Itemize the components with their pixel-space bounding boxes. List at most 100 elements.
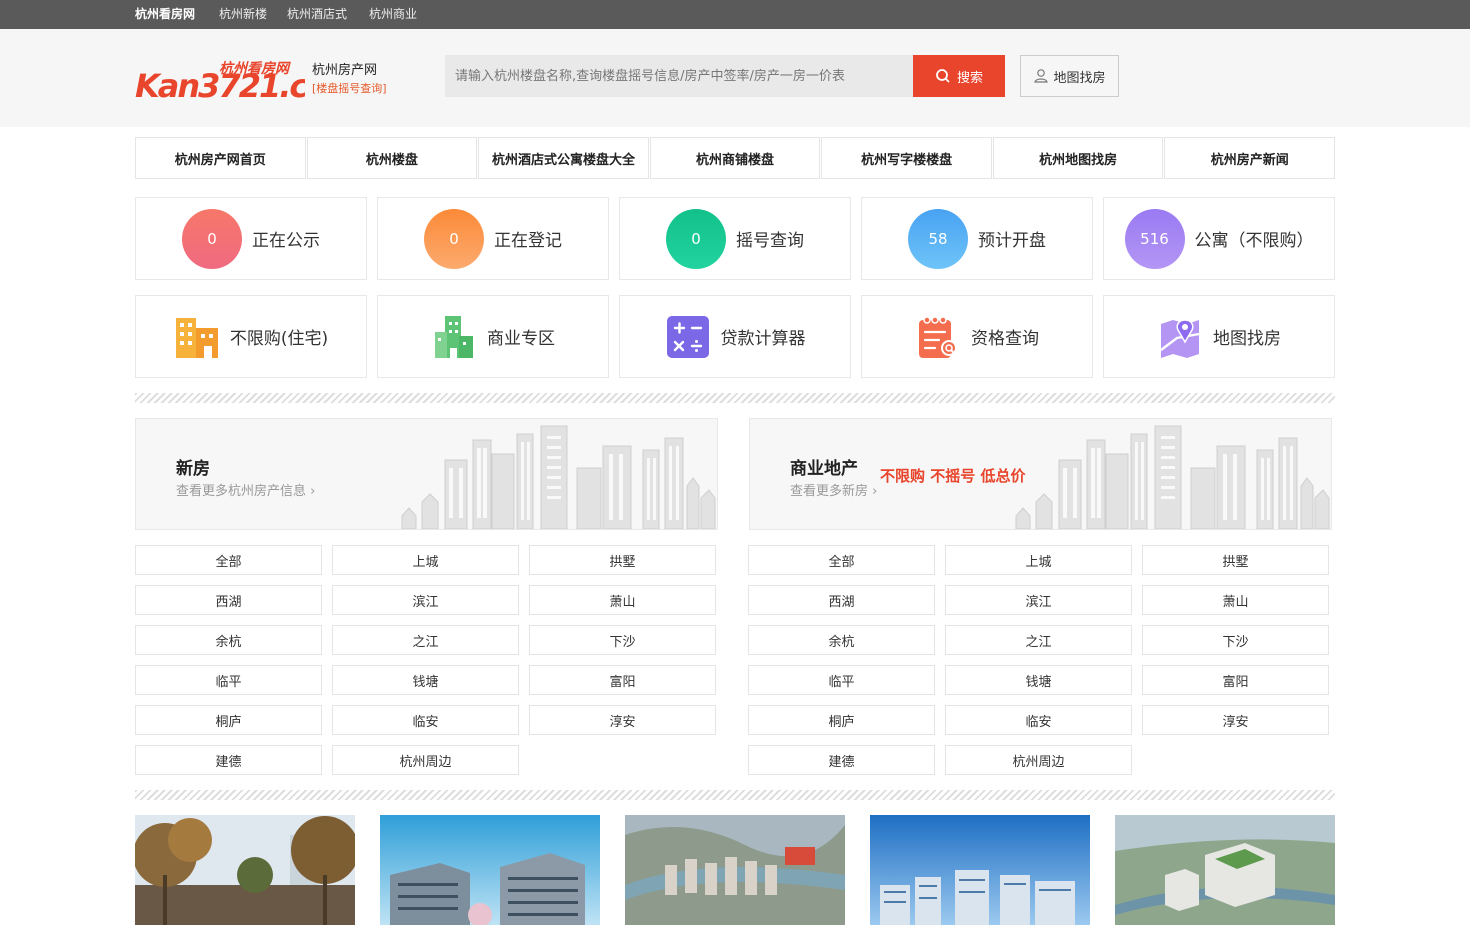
stat-label: 正在公示: [252, 231, 320, 251]
district-link[interactable]: 桐庐: [748, 705, 935, 735]
district-link[interactable]: 富阳: [1142, 665, 1329, 695]
district-link[interactable]: 下沙: [529, 625, 716, 655]
district-link[interactable]: 余杭: [748, 625, 935, 655]
nav-item-shops[interactable]: 杭州商铺楼盘: [649, 137, 821, 179]
section-divider: [135, 790, 1335, 800]
stat-card-registering[interactable]: 0 正在登记: [377, 197, 609, 280]
feature-map-search[interactable]: 地图找房: [1103, 295, 1335, 378]
top-bar: 杭州看房网 杭州新楼 杭州酒店式 杭州商业: [0, 0, 1470, 29]
district-link[interactable]: 富阳: [529, 665, 716, 695]
topbar-link-home[interactable]: 杭州看房网: [135, 0, 195, 29]
chevron-right-icon: ›: [310, 484, 316, 499]
district-link[interactable]: 临平: [748, 665, 935, 695]
stat-count-badge: 58: [908, 208, 968, 269]
section-divider: [135, 393, 1335, 403]
district-link[interactable]: 杭州周边: [945, 745, 1132, 775]
property-thumbnail[interactable]: [1115, 815, 1335, 925]
map-search-label: 地图找房: [1053, 70, 1106, 86]
district-link[interactable]: 滨江: [945, 585, 1132, 615]
panel-title: 新房: [176, 459, 210, 479]
district-link[interactable]: 上城: [945, 545, 1132, 575]
map-pin-icon: [1157, 314, 1203, 360]
district-link[interactable]: 桐庐: [135, 705, 322, 735]
panel-more-link[interactable]: 查看更多杭州房产信息 ›: [176, 480, 315, 499]
stat-card-upcoming[interactable]: 58 预计开盘: [861, 197, 1093, 280]
commercial-district-grid: 全部 上城 拱墅 西湖 滨江 萧山 余杭 之江 下沙 临平 钱塘 富阳 桐庐 临…: [748, 545, 1331, 775]
stat-card-apartments[interactable]: 516 公寓（不限购）: [1103, 197, 1335, 280]
feature-label: 地图找房: [1213, 329, 1281, 349]
district-link[interactable]: 淳安: [1142, 705, 1329, 735]
property-thumbnail[interactable]: [625, 815, 845, 925]
calculator-icon: [665, 314, 711, 360]
features-row: 不限购(住宅) 商业专区 贷款计算器 资格查询 地图找房: [135, 295, 1335, 378]
feature-commercial-zone[interactable]: 商业专区: [377, 295, 609, 378]
feature-unrestricted-residential[interactable]: 不限购(住宅): [135, 295, 367, 378]
city-skyline-illustration: [1015, 425, 1330, 529]
district-link[interactable]: 临安: [332, 705, 519, 735]
district-link[interactable]: 建德: [748, 745, 935, 775]
search-button[interactable]: 搜索: [913, 55, 1005, 97]
district-link[interactable]: 临安: [945, 705, 1132, 735]
property-thumbnail[interactable]: [135, 815, 355, 925]
district-link[interactable]: 钱塘: [945, 665, 1132, 695]
district-link[interactable]: 拱墅: [1142, 545, 1329, 575]
stat-count-badge: 0: [424, 208, 484, 269]
nav-item-offices[interactable]: 杭州写字楼楼盘: [821, 137, 992, 179]
feature-loan-calculator[interactable]: 贷款计算器: [619, 295, 851, 378]
district-link[interactable]: 萧山: [1142, 585, 1329, 615]
nav-item-home[interactable]: 杭州房产网首页: [135, 137, 306, 179]
stat-count-badge: 0: [182, 208, 242, 269]
stat-card-lottery[interactable]: 0 摇号查询: [619, 197, 851, 280]
district-link[interactable]: 全部: [135, 545, 322, 575]
nav-item-map[interactable]: 杭州地图找房: [992, 137, 1164, 179]
stat-count-badge: 0: [666, 208, 726, 269]
property-photo: [870, 815, 1090, 925]
district-link[interactable]: 淳安: [529, 705, 716, 735]
property-thumbnail[interactable]: [870, 815, 1090, 925]
topbar-link-hotel[interactable]: 杭州酒店式: [287, 0, 347, 29]
checklist-search-icon: [915, 314, 961, 360]
district-link[interactable]: 滨江: [332, 585, 519, 615]
nav-item-apartments[interactable]: 杭州酒店式公寓楼盘大全: [478, 137, 649, 179]
district-link[interactable]: 西湖: [748, 585, 935, 615]
district-link[interactable]: 之江: [945, 625, 1132, 655]
search-icon: [936, 69, 950, 83]
property-thumbnail[interactable]: [380, 815, 600, 925]
site-subtitle-link[interactable]: [楼盘摇号查询]: [312, 80, 387, 96]
topbar-link-new[interactable]: 杭州新楼: [219, 0, 267, 29]
stat-label: 预计开盘: [978, 231, 1046, 251]
stats-row: 0 正在公示 0 正在登记 0 摇号查询 58 预计开盘 516 公寓（不限购）: [135, 197, 1335, 280]
panel-slogan: 不限购 不摇号 低总价: [880, 467, 1026, 485]
logo-text: Kan3721.com: [135, 67, 305, 101]
topbar-link-commercial[interactable]: 杭州商业: [369, 0, 417, 29]
map-search-button[interactable]: 地图找房: [1020, 55, 1119, 97]
district-link[interactable]: 余杭: [135, 625, 322, 655]
feature-label: 贷款计算器: [720, 329, 806, 349]
city-skyline-illustration: [401, 425, 716, 529]
property-photo: [380, 815, 600, 925]
district-link[interactable]: 全部: [748, 545, 935, 575]
feature-label: 商业专区: [487, 329, 555, 349]
site-logo[interactable]: 杭州看房网 Kan3721.com: [135, 57, 360, 105]
stat-count-badge: 516: [1124, 208, 1185, 269]
chevron-right-icon: ›: [872, 484, 878, 499]
feature-label: 资格查询: [971, 329, 1039, 349]
district-link[interactable]: 西湖: [135, 585, 322, 615]
feature-eligibility-check[interactable]: 资格查询: [861, 295, 1093, 378]
panel-more-link[interactable]: 查看更多新房 ›: [790, 480, 877, 499]
district-link[interactable]: 下沙: [1142, 625, 1329, 655]
nav-item-projects[interactable]: 杭州楼盘: [306, 137, 478, 179]
district-link[interactable]: 钱塘: [332, 665, 519, 695]
district-link[interactable]: 建德: [135, 745, 322, 775]
search-input[interactable]: [445, 55, 913, 97]
feature-label: 不限购(住宅): [229, 329, 329, 349]
district-link[interactable]: 临平: [135, 665, 322, 695]
nav-item-news[interactable]: 杭州房产新闻: [1164, 137, 1336, 179]
stat-card-publicity[interactable]: 0 正在公示: [135, 197, 367, 280]
district-link[interactable]: 萧山: [529, 585, 716, 615]
district-link[interactable]: 上城: [332, 545, 519, 575]
district-link[interactable]: 之江: [332, 625, 519, 655]
district-link[interactable]: 拱墅: [529, 545, 716, 575]
district-link[interactable]: 杭州周边: [332, 745, 519, 775]
building-icon: [174, 314, 220, 360]
